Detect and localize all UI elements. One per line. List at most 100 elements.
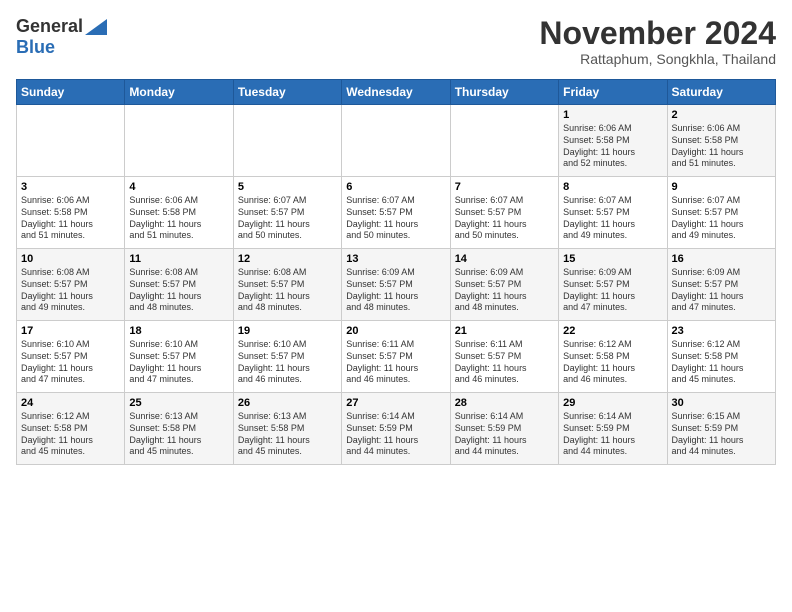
- logo: General Blue: [16, 16, 107, 58]
- day-number: 25: [129, 397, 228, 409]
- day-number: 14: [455, 253, 554, 265]
- calendar-cell: [450, 105, 558, 177]
- week-row-4: 17 Sunrise: 6:10 AM Sunset: 5:57 PM Dayli…: [17, 321, 776, 393]
- calendar-cell: 2 Sunrise: 6:06 AM Sunset: 5:58 PM Daylig…: [667, 105, 775, 177]
- day-number: 10: [21, 253, 120, 265]
- calendar-table: SundayMondayTuesdayWednesdayThursdayFrid…: [16, 79, 776, 465]
- calendar-cell: 3Sunrise: 6:06 AM Sunset: 5:58 PM Daylig…: [17, 177, 125, 249]
- day-number: 29: [563, 397, 662, 409]
- month-title: November 2024: [539, 16, 776, 51]
- day-number: 26: [238, 397, 337, 409]
- day-number: 4: [129, 181, 228, 193]
- calendar-cell: 9 Sunrise: 6:07 AM Sunset: 5:57 PM Daylig…: [667, 177, 775, 249]
- day-info: Sunrise: 6:11 AM Sunset: 5:57 PM Dayligh…: [455, 339, 554, 386]
- day-info: Sunrise: 6:12 AM Sunset: 5:58 PM Dayligh…: [672, 339, 771, 386]
- day-number: 13: [346, 253, 445, 265]
- calendar-cell: 10 Sunrise: 6:08 AM Sunset: 5:57 PM Dayli…: [17, 249, 125, 321]
- day-info: Sunrise: 6:10 AM Sunset: 5:57 PM Dayligh…: [238, 339, 337, 386]
- page-header: General Blue November 2024 Rattaphum, So…: [16, 16, 776, 67]
- calendar-cell: [17, 105, 125, 177]
- day-info: Sunrise: 6:07 AM Sunset: 5:57 PM Dayligh…: [346, 195, 445, 242]
- title-area: November 2024 Rattaphum, Songkhla, Thail…: [539, 16, 776, 67]
- day-info: Sunrise: 6:06 AM Sunset: 5:58 PM Dayligh…: [21, 195, 120, 242]
- day-number: 2: [672, 109, 771, 121]
- day-header-sunday: Sunday: [17, 80, 125, 105]
- day-info: Sunrise: 6:08 AM Sunset: 5:57 PM Dayligh…: [238, 267, 337, 314]
- day-info: Sunrise: 6:11 AM Sunset: 5:57 PM Dayligh…: [346, 339, 445, 386]
- day-number: 6: [346, 181, 445, 193]
- day-number: 16: [672, 253, 771, 265]
- calendar-cell: [342, 105, 450, 177]
- calendar-cell: [125, 105, 233, 177]
- day-header-tuesday: Tuesday: [233, 80, 341, 105]
- day-number: 7: [455, 181, 554, 193]
- day-header-thursday: Thursday: [450, 80, 558, 105]
- day-info: Sunrise: 6:14 AM Sunset: 5:59 PM Dayligh…: [346, 411, 445, 458]
- calendar-cell: 23 Sunrise: 6:12 AM Sunset: 5:58 PM Dayli…: [667, 321, 775, 393]
- calendar-cell: 26 Sunrise: 6:13 AM Sunset: 5:58 PM Dayli…: [233, 393, 341, 465]
- day-info: Sunrise: 6:14 AM Sunset: 5:59 PM Dayligh…: [455, 411, 554, 458]
- day-info: Sunrise: 6:06 AM Sunset: 5:58 PM Dayligh…: [129, 195, 228, 242]
- week-row-1: 1Sunrise: 6:06 AM Sunset: 5:58 PM Daylig…: [17, 105, 776, 177]
- day-number: 12: [238, 253, 337, 265]
- calendar-cell: 7 Sunrise: 6:07 AM Sunset: 5:57 PM Daylig…: [450, 177, 558, 249]
- calendar-cell: 4 Sunrise: 6:06 AM Sunset: 5:58 PM Daylig…: [125, 177, 233, 249]
- day-info: Sunrise: 6:12 AM Sunset: 5:58 PM Dayligh…: [21, 411, 120, 458]
- day-header-wednesday: Wednesday: [342, 80, 450, 105]
- calendar-cell: 1Sunrise: 6:06 AM Sunset: 5:58 PM Daylig…: [559, 105, 667, 177]
- calendar-cell: 30 Sunrise: 6:15 AM Sunset: 5:59 PM Dayli…: [667, 393, 775, 465]
- calendar-cell: 21 Sunrise: 6:11 AM Sunset: 5:57 PM Dayli…: [450, 321, 558, 393]
- calendar-cell: 6 Sunrise: 6:07 AM Sunset: 5:57 PM Daylig…: [342, 177, 450, 249]
- day-info: Sunrise: 6:09 AM Sunset: 5:57 PM Dayligh…: [346, 267, 445, 314]
- calendar-cell: 29 Sunrise: 6:14 AM Sunset: 5:59 PM Dayli…: [559, 393, 667, 465]
- day-info: Sunrise: 6:12 AM Sunset: 5:58 PM Dayligh…: [563, 339, 662, 386]
- day-info: Sunrise: 6:09 AM Sunset: 5:57 PM Dayligh…: [563, 267, 662, 314]
- day-info: Sunrise: 6:13 AM Sunset: 5:58 PM Dayligh…: [238, 411, 337, 458]
- day-info: Sunrise: 6:10 AM Sunset: 5:57 PM Dayligh…: [129, 339, 228, 386]
- day-number: 19: [238, 325, 337, 337]
- day-number: 28: [455, 397, 554, 409]
- day-info: Sunrise: 6:14 AM Sunset: 5:59 PM Dayligh…: [563, 411, 662, 458]
- day-info: Sunrise: 6:15 AM Sunset: 5:59 PM Dayligh…: [672, 411, 771, 458]
- day-header-friday: Friday: [559, 80, 667, 105]
- day-info: Sunrise: 6:07 AM Sunset: 5:57 PM Dayligh…: [672, 195, 771, 242]
- day-info: Sunrise: 6:07 AM Sunset: 5:57 PM Dayligh…: [238, 195, 337, 242]
- calendar-cell: 28 Sunrise: 6:14 AM Sunset: 5:59 PM Dayli…: [450, 393, 558, 465]
- day-info: Sunrise: 6:06 AM Sunset: 5:58 PM Dayligh…: [563, 123, 662, 170]
- calendar-cell: 14 Sunrise: 6:09 AM Sunset: 5:57 PM Dayli…: [450, 249, 558, 321]
- day-number: 30: [672, 397, 771, 409]
- day-number: 18: [129, 325, 228, 337]
- day-number: 23: [672, 325, 771, 337]
- day-number: 21: [455, 325, 554, 337]
- calendar-cell: 22 Sunrise: 6:12 AM Sunset: 5:58 PM Dayli…: [559, 321, 667, 393]
- calendar-cell: 19 Sunrise: 6:10 AM Sunset: 5:57 PM Dayli…: [233, 321, 341, 393]
- day-number: 17: [21, 325, 120, 337]
- day-info: Sunrise: 6:06 AM Sunset: 5:58 PM Dayligh…: [672, 123, 771, 170]
- calendar-cell: 12 Sunrise: 6:08 AM Sunset: 5:57 PM Dayli…: [233, 249, 341, 321]
- day-info: Sunrise: 6:08 AM Sunset: 5:57 PM Dayligh…: [21, 267, 120, 314]
- day-info: Sunrise: 6:09 AM Sunset: 5:57 PM Dayligh…: [672, 267, 771, 314]
- day-info: Sunrise: 6:07 AM Sunset: 5:57 PM Dayligh…: [455, 195, 554, 242]
- calendar-cell: 20Sunrise: 6:11 AM Sunset: 5:57 PM Dayli…: [342, 321, 450, 393]
- day-header-monday: Monday: [125, 80, 233, 105]
- day-number: 8: [563, 181, 662, 193]
- day-info: Sunrise: 6:09 AM Sunset: 5:57 PM Dayligh…: [455, 267, 554, 314]
- day-number: 9: [672, 181, 771, 193]
- day-info: Sunrise: 6:10 AM Sunset: 5:57 PM Dayligh…: [21, 339, 120, 386]
- calendar-cell: 16 Sunrise: 6:09 AM Sunset: 5:57 PM Dayli…: [667, 249, 775, 321]
- logo-icon: [85, 19, 107, 35]
- week-row-5: 24Sunrise: 6:12 AM Sunset: 5:58 PM Dayli…: [17, 393, 776, 465]
- day-header-saturday: Saturday: [667, 80, 775, 105]
- day-number: 5: [238, 181, 337, 193]
- calendar-cell: 5 Sunrise: 6:07 AM Sunset: 5:57 PM Daylig…: [233, 177, 341, 249]
- calendar-cell: 18 Sunrise: 6:10 AM Sunset: 5:57 PM Dayli…: [125, 321, 233, 393]
- calendar-cell: [233, 105, 341, 177]
- calendar-cell: 13 Sunrise: 6:09 AM Sunset: 5:57 PM Dayli…: [342, 249, 450, 321]
- calendar-cell: 17 Sunrise: 6:10 AM Sunset: 5:57 PM Dayli…: [17, 321, 125, 393]
- calendar-cell: 8Sunrise: 6:07 AM Sunset: 5:57 PM Daylig…: [559, 177, 667, 249]
- calendar-cell: 27Sunrise: 6:14 AM Sunset: 5:59 PM Dayli…: [342, 393, 450, 465]
- day-number: 15: [563, 253, 662, 265]
- week-row-2: 3Sunrise: 6:06 AM Sunset: 5:58 PM Daylig…: [17, 177, 776, 249]
- day-number: 22: [563, 325, 662, 337]
- logo-blue: Blue: [16, 37, 55, 58]
